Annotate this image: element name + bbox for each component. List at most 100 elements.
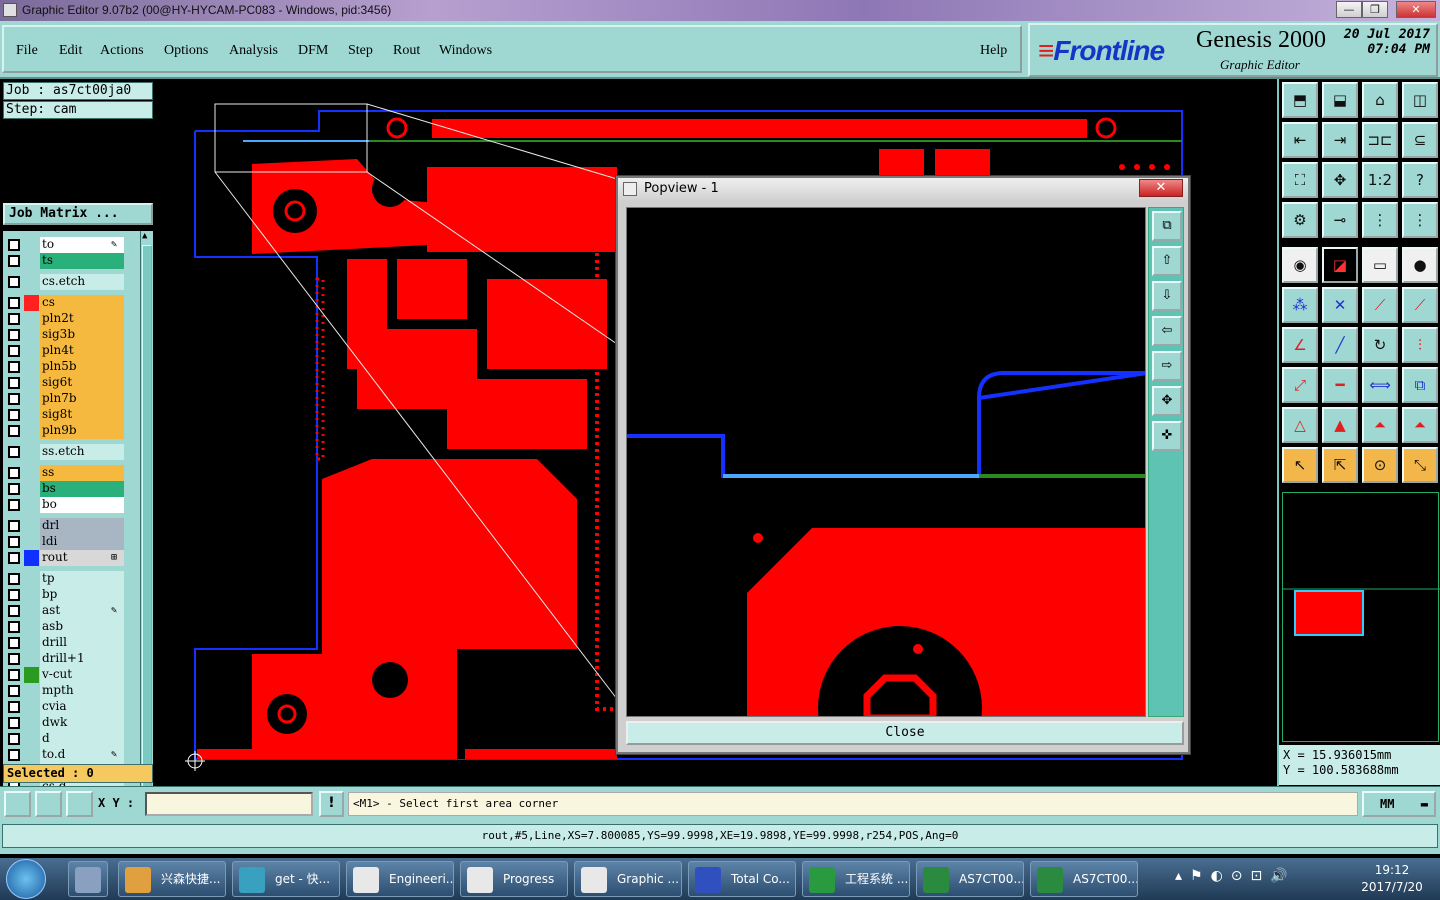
- layer-row[interactable]: cvia: [3, 699, 140, 715]
- angle-icon[interactable]: ∠: [1282, 327, 1318, 363]
- layer-checkbox[interactable]: [8, 749, 20, 761]
- xy-input[interactable]: [145, 792, 313, 816]
- pad-select-icon[interactable]: ◉: [1282, 247, 1318, 283]
- layer-color-swatch[interactable]: [24, 343, 39, 359]
- layer-checkbox[interactable]: [8, 467, 20, 479]
- layer-checkbox[interactable]: [8, 520, 20, 532]
- layer-name[interactable]: dwk: [40, 715, 124, 731]
- layer-row[interactable]: ldi: [3, 534, 140, 550]
- start-button[interactable]: [6, 859, 46, 899]
- layer-color-swatch[interactable]: [24, 465, 39, 481]
- group-icon[interactable]: ⧉: [1402, 367, 1438, 403]
- triangle-icon[interactable]: △: [1282, 407, 1318, 443]
- layer-checkbox[interactable]: [8, 621, 20, 633]
- layer-row[interactable]: drill: [3, 635, 140, 651]
- arc-icon[interactable]: ↻: [1362, 327, 1398, 363]
- layer-name[interactable]: pln4t: [40, 343, 124, 359]
- menu-file[interactable]: File: [16, 43, 38, 59]
- taskbar-item[interactable]: 兴森快捷...: [118, 861, 226, 897]
- layer-scrollbar[interactable]: ▲ ▼: [140, 231, 153, 836]
- layer-color-swatch[interactable]: [24, 274, 39, 290]
- layer-name[interactable]: pln2t: [40, 311, 124, 327]
- layer-checkbox[interactable]: [8, 717, 20, 729]
- minimize-button[interactable]: —: [1336, 1, 1362, 18]
- triangle-up-icon[interactable]: ▲: [1322, 407, 1358, 443]
- job-matrix-button[interactable]: Job Matrix ...: [3, 203, 153, 225]
- menu-rout[interactable]: Rout: [393, 43, 420, 59]
- feature-select-icon[interactable]: ◪: [1322, 247, 1358, 283]
- layer-name[interactable]: drill+1: [40, 651, 124, 667]
- layer-row[interactable]: ast ✎: [3, 603, 140, 619]
- snap-center-icon[interactable]: [66, 791, 93, 817]
- layer-color-swatch[interactable]: [24, 359, 39, 375]
- pan-left-icon[interactable]: ⇤: [1282, 122, 1318, 158]
- layer-checkbox[interactable]: [8, 573, 20, 585]
- layer-checkbox[interactable]: [8, 733, 20, 745]
- taskbar-clock[interactable]: 19:12 2017/7/20: [1352, 862, 1432, 896]
- taskbar-item[interactable]: Graphic ...: [574, 861, 682, 897]
- layer-name[interactable]: mpth: [40, 683, 124, 699]
- line-icon[interactable]: ⟋: [1362, 287, 1398, 323]
- layer-checkbox[interactable]: [8, 239, 20, 251]
- scale-icon[interactable]: 1:2: [1362, 162, 1398, 198]
- settings-icon[interactable]: ⚙: [1282, 202, 1318, 238]
- menu-windows[interactable]: Windows: [439, 43, 492, 59]
- layer-name[interactable]: drill: [40, 635, 124, 651]
- layer-name[interactable]: ss.etch: [40, 444, 124, 460]
- taskbar-item[interactable]: AS7CT00...: [916, 861, 1024, 897]
- layer-color-swatch[interactable]: [24, 534, 39, 550]
- layer-checkbox[interactable]: [8, 605, 20, 617]
- layer-row[interactable]: pln4t: [3, 343, 140, 359]
- taskbar-pinned-app[interactable]: [68, 861, 108, 897]
- popview-pan-left-icon[interactable]: ⇦: [1152, 316, 1182, 346]
- layer-checkbox[interactable]: [8, 446, 20, 458]
- layer-color-swatch[interactable]: [24, 619, 39, 635]
- layer-color-swatch[interactable]: [24, 603, 39, 619]
- layer-checkbox[interactable]: [8, 669, 20, 681]
- menu-actions[interactable]: Actions: [100, 43, 144, 59]
- layer-checkbox[interactable]: [8, 377, 20, 389]
- layer-row[interactable]: cs.etch: [3, 274, 140, 290]
- measure-icon[interactable]: ⊸: [1322, 202, 1358, 238]
- layer-checkbox[interactable]: [8, 313, 20, 325]
- layer-color-swatch[interactable]: [24, 683, 39, 699]
- popview-close-icon[interactable]: ✕: [1139, 179, 1183, 197]
- units-select[interactable]: MM ▬: [1362, 791, 1436, 817]
- layer-color-swatch[interactable]: [24, 391, 39, 407]
- layer-name[interactable]: bo: [40, 497, 124, 513]
- layer-color-swatch[interactable]: [24, 407, 39, 423]
- layer-row[interactable]: pln2t: [3, 311, 140, 327]
- menu-edit[interactable]: Edit: [59, 43, 82, 59]
- resize-icon[interactable]: ⟺: [1362, 367, 1398, 403]
- layer-color-swatch[interactable]: [24, 635, 39, 651]
- layer-checkbox[interactable]: [8, 393, 20, 405]
- pointer-icon[interactable]: ↖: [1282, 447, 1318, 483]
- parallel-icon[interactable]: ⫶: [1402, 327, 1438, 363]
- layer-color-swatch[interactable]: [24, 571, 39, 587]
- net-icon[interactable]: ⁂: [1282, 287, 1318, 323]
- menu-analysis[interactable]: Analysis: [229, 43, 278, 59]
- zoom-center-icon[interactable]: ✥: [1322, 162, 1358, 198]
- layer-row[interactable]: to.d ✎: [3, 747, 140, 763]
- layer-row[interactable]: d: [3, 731, 140, 747]
- alert-icon[interactable]: !: [319, 791, 344, 817]
- layer-checkbox[interactable]: [8, 425, 20, 437]
- layer-row[interactable]: ts: [3, 253, 140, 269]
- layer-color-swatch[interactable]: [24, 651, 39, 667]
- taskbar-item[interactable]: Progress: [460, 861, 568, 897]
- layer-name[interactable]: pln5b: [40, 359, 124, 375]
- layer-color-swatch[interactable]: [24, 731, 39, 747]
- layer-row[interactable]: asb: [3, 619, 140, 635]
- line-alt-icon[interactable]: ⟋: [1402, 287, 1438, 323]
- layer-color-swatch[interactable]: [24, 237, 39, 253]
- layer-color-swatch[interactable]: [24, 481, 39, 497]
- layer-checkbox[interactable]: [8, 361, 20, 373]
- taskbar-item[interactable]: Total Co...: [688, 861, 796, 897]
- layer-name[interactable]: pln9b: [40, 423, 124, 439]
- layer-color-swatch[interactable]: [24, 518, 39, 534]
- popview-pan-down-icon[interactable]: ⇩: [1152, 281, 1182, 311]
- layer-name[interactable]: cvia: [40, 699, 124, 715]
- taskbar-item[interactable]: get - 快...: [232, 861, 340, 897]
- view-home-icon[interactable]: ⬒: [1282, 82, 1318, 118]
- layer-row[interactable]: drl: [3, 518, 140, 534]
